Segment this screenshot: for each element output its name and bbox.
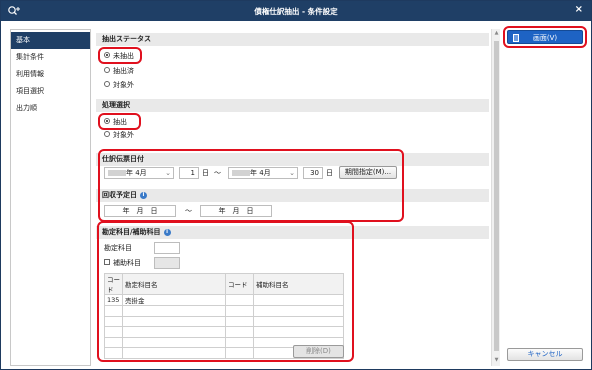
scroll-down-icon[interactable]: ▼	[493, 357, 500, 365]
highlight-box	[97, 221, 354, 362]
close-icon[interactable]: ×	[575, 4, 583, 15]
window-title: 債権仕訳抽出 - 条件設定	[254, 7, 338, 16]
title-bar: 債権仕訳抽出 - 条件設定 ×	[1, 1, 591, 21]
sidebar-item-order[interactable]: 出力順	[11, 100, 90, 117]
cancel-button[interactable]: キャンセル	[507, 348, 583, 361]
scroll-up-icon[interactable]: ▲	[493, 30, 500, 38]
radio-icon	[104, 131, 110, 137]
main-panel: 抽出ステータス 未抽出 抽出済 対象外 処理選択 抽出 対象外 仕訳伝票日付 年…	[94, 29, 491, 366]
highlight-box	[98, 113, 141, 130]
sidebar-item-basic[interactable]: 基本	[11, 32, 90, 49]
scroll-thumb[interactable]	[494, 41, 499, 351]
sidebar: 基本 集計条件 利用情報 項目選択 出力順	[10, 29, 91, 366]
screen-view-button[interactable]: 画面(V)	[507, 30, 583, 44]
dialog-window: 債権仕訳抽出 - 条件設定 × 基本 集計条件 利用情報 項目選択 出力順 抽出…	[0, 0, 592, 370]
sidebar-item-usage[interactable]: 利用情報	[11, 66, 90, 83]
radio-icon	[104, 67, 110, 73]
document-icon	[513, 34, 519, 42]
extract-status-heading: 抽出ステータス	[96, 33, 489, 46]
process-select-heading: 処理選択	[96, 99, 489, 112]
radio-process-excluded[interactable]: 対象外	[104, 130, 134, 140]
radio-extracted[interactable]: 抽出済	[104, 66, 134, 76]
sidebar-item-aggregate[interactable]: 集計条件	[11, 49, 90, 66]
vertical-scrollbar[interactable]: ▲ ▼	[491, 29, 500, 366]
radio-excluded[interactable]: 対象外	[104, 80, 134, 90]
highlight-box	[98, 47, 142, 64]
sidebar-item-columns[interactable]: 項目選択	[11, 83, 90, 100]
highlight-box	[98, 149, 404, 222]
radio-icon	[104, 81, 110, 87]
